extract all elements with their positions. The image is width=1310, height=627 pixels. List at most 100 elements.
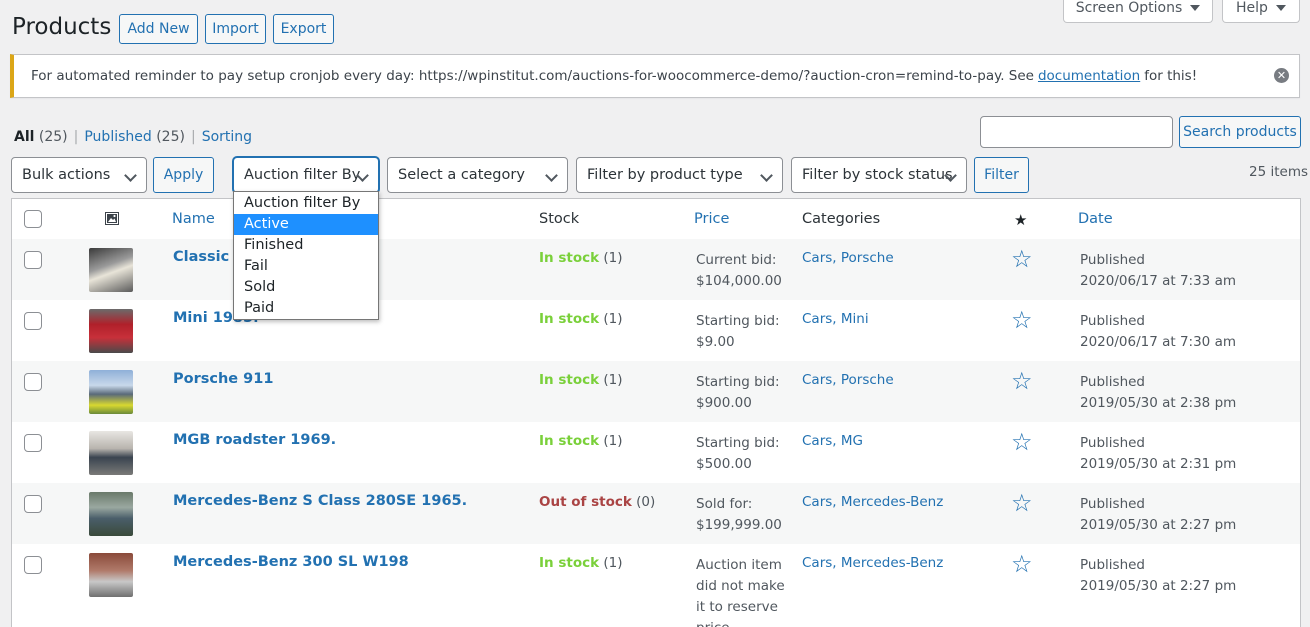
dropdown-option[interactable]: Paid: [234, 298, 378, 319]
featured-toggle-star-icon[interactable]: ☆: [1011, 308, 1033, 332]
date-cell: Published 2020/06/17 at 7:33 am: [1080, 250, 1236, 292]
view-all[interactable]: All (25): [14, 129, 68, 145]
chevron-down-icon: [545, 169, 558, 182]
stock-status: In stock (1): [539, 555, 623, 571]
cron-notice: For automated reminder to pay setup cron…: [10, 54, 1300, 98]
bulk-actions-select[interactable]: Bulk actions: [11, 157, 147, 193]
price-label: Starting bid:: [696, 313, 780, 329]
separator: |: [190, 129, 196, 145]
select-all-checkbox[interactable]: [24, 210, 42, 228]
stock-label: In stock: [539, 250, 600, 266]
row-checkbox[interactable]: [24, 373, 42, 391]
import-button[interactable]: Import: [205, 14, 266, 44]
row-checkbox[interactable]: [24, 495, 42, 513]
product-thumbnail[interactable]: [89, 309, 133, 353]
featured-star-icon[interactable]: ★: [1014, 211, 1027, 229]
table-row: MGB roadster 1969. In stock (1) Starting…: [12, 422, 1300, 483]
screen-options-label: Screen Options: [1075, 0, 1183, 16]
help-button[interactable]: Help: [1222, 0, 1300, 23]
product-name-link[interactable]: Mercedes-Benz S Class 280SE 1965.: [173, 493, 467, 509]
apply-button[interactable]: Apply: [153, 157, 214, 193]
product-type-select[interactable]: Filter by product type: [576, 157, 783, 193]
column-stock: Stock: [539, 211, 580, 227]
featured-toggle-star-icon[interactable]: ☆: [1011, 430, 1033, 454]
add-new-button[interactable]: Add New: [119, 14, 198, 44]
categories-links[interactable]: Cars, Mini: [802, 311, 869, 327]
featured-toggle-star-icon[interactable]: ☆: [1011, 491, 1033, 515]
stock-label: In stock: [539, 555, 600, 571]
stock-status-value: Filter by stock status: [802, 167, 953, 183]
price-value: $104,000.00: [696, 273, 782, 289]
stock-qty: (1): [603, 311, 623, 327]
row-checkbox[interactable]: [24, 251, 42, 269]
documentation-link[interactable]: documentation: [1038, 68, 1140, 84]
view-sorting[interactable]: Sorting: [202, 129, 252, 145]
dropdown-option[interactable]: Auction filter By: [234, 193, 378, 214]
column-name[interactable]: Name: [172, 211, 215, 227]
date-cell: Published 2019/05/30 at 2:31 pm: [1080, 433, 1236, 475]
product-thumbnail[interactable]: [89, 492, 133, 536]
product-name-link[interactable]: Mercedes-Benz 300 SL W198: [173, 554, 409, 570]
date-cell: Published 2020/06/17 at 7:30 am: [1080, 311, 1236, 353]
column-categories: Categories: [802, 211, 881, 227]
row-checkbox[interactable]: [24, 312, 42, 330]
auction-filter-select[interactable]: Auction filter By: [233, 157, 379, 193]
dropdown-option[interactable]: Sold: [234, 277, 378, 298]
dropdown-option[interactable]: Finished: [234, 235, 378, 256]
categories-links[interactable]: Cars, Porsche: [802, 372, 894, 388]
row-checkbox[interactable]: [24, 556, 42, 574]
chevron-down-icon: [760, 169, 773, 182]
bulk-actions-value: Bulk actions: [22, 167, 111, 183]
price-label: Current bid:: [696, 252, 777, 268]
dropdown-option[interactable]: Fail: [234, 256, 378, 277]
product-name-link[interactable]: MGB roadster 1969.: [173, 432, 336, 448]
column-date[interactable]: Date: [1078, 211, 1113, 227]
stock-label: In stock: [539, 372, 600, 388]
featured-toggle-star-icon[interactable]: ☆: [1011, 369, 1033, 393]
notice-text-end: for this!: [1144, 68, 1198, 84]
view-published-count: (25): [156, 129, 185, 145]
view-published[interactable]: Published (25): [84, 129, 185, 145]
featured-toggle-star-icon[interactable]: ☆: [1011, 552, 1033, 576]
categories-links[interactable]: Cars, Mercedes-Benz: [802, 494, 943, 510]
categories-links[interactable]: Cars, Porsche: [802, 250, 894, 266]
export-button[interactable]: Export: [273, 14, 334, 44]
column-price[interactable]: Price: [694, 211, 729, 227]
date-status: Published: [1080, 496, 1145, 512]
product-thumbnail[interactable]: [89, 248, 133, 292]
search-input[interactable]: [980, 116, 1173, 148]
stock-status: In stock (1): [539, 372, 623, 388]
stock-qty: (1): [603, 372, 623, 388]
table-row: Mercedes-Benz 300 SL W198 In stock (1) A…: [12, 544, 1300, 627]
featured-toggle-star-icon[interactable]: ☆: [1011, 247, 1033, 271]
categories-links[interactable]: Cars, Mercedes-Benz: [802, 555, 943, 571]
view-published-label: Published: [84, 129, 152, 145]
price-cell: Starting bid: $900.00: [696, 372, 786, 414]
table-header: Name Stock Price Categories ★ Date: [12, 199, 1300, 240]
price-cell: Current bid: $104,000.00: [696, 250, 786, 292]
search-products-button[interactable]: Search products: [1179, 116, 1301, 148]
table-row: Mercedes-Benz S Class 280SE 1965. Out of…: [12, 483, 1300, 544]
date-cell: Published 2019/05/30 at 2:27 pm: [1080, 555, 1236, 597]
price-label: Auction item: [696, 557, 782, 573]
price-value: $199,999.00: [696, 517, 782, 533]
product-type-value: Filter by product type: [587, 167, 743, 183]
dismiss-icon[interactable]: ✕: [1274, 68, 1289, 83]
auction-filter-dropdown: Auction filter By Active Finished Fail S…: [233, 191, 379, 320]
stock-status: Out of stock (0): [539, 494, 655, 510]
product-thumbnail[interactable]: [89, 553, 133, 597]
product-thumbnail[interactable]: [89, 370, 133, 414]
price-label: Starting bid:: [696, 435, 780, 451]
product-name-link[interactable]: Porsche 911: [173, 371, 273, 387]
product-thumbnail[interactable]: [89, 431, 133, 475]
screen-options-button[interactable]: Screen Options: [1063, 0, 1213, 23]
table-row: Porsche 911 In stock (1) Starting bid: $9…: [12, 361, 1300, 422]
category-select[interactable]: Select a category: [387, 157, 568, 193]
row-checkbox[interactable]: [24, 434, 42, 452]
categories-links[interactable]: Cars, MG: [802, 433, 863, 449]
stock-status-select[interactable]: Filter by stock status: [791, 157, 967, 193]
dropdown-option-highlighted[interactable]: Active: [234, 214, 378, 235]
date-cell: Published 2019/05/30 at 2:27 pm: [1080, 494, 1236, 536]
date-cell: Published 2019/05/30 at 2:38 pm: [1080, 372, 1236, 414]
filter-button[interactable]: Filter: [974, 157, 1029, 193]
